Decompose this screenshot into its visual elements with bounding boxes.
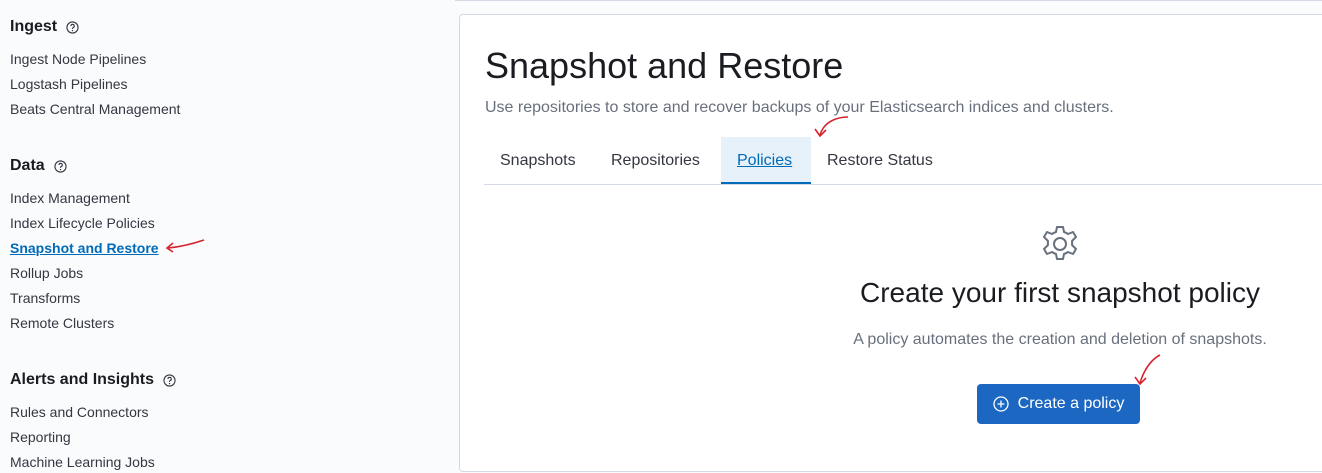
sidebar-item-ingest-node-pipelines[interactable]: Ingest Node Pipelines — [10, 51, 146, 67]
empty-state-title: Create your first snapshot policy — [860, 277, 1260, 308]
page-description: Use repositories to store and recover ba… — [485, 99, 1114, 116]
section-title-label: Ingest — [10, 18, 58, 35]
sidebar-item-rollup-jobs[interactable]: Rollup Jobs — [10, 265, 83, 281]
section-title-alerts-and-insights: Alerts and Insights — [10, 371, 176, 389]
tab-restore-status[interactable]: Restore Status — [811, 137, 949, 184]
create-policy-button[interactable]: Create a policy — [977, 384, 1140, 424]
section-title-label: Data — [10, 157, 45, 174]
sidebar-item-logstash-pipelines[interactable]: Logstash Pipelines — [10, 76, 128, 92]
section-title-data: Data — [10, 157, 67, 175]
gear-icon — [1043, 226, 1077, 260]
sidebar-item-beats-central-management[interactable]: Beats Central Management — [10, 101, 180, 117]
page-title: Snapshot and Restore — [485, 45, 844, 86]
sidebar-item-snapshot-and-restore[interactable]: Snapshot and Restore — [10, 240, 159, 256]
sidebar-item-index-lifecycle-policies[interactable]: Index Lifecycle Policies — [10, 215, 155, 231]
plus-circle-icon — [992, 396, 1009, 412]
help-icon[interactable] — [163, 373, 176, 387]
help-icon[interactable] — [66, 20, 79, 34]
section-title-label: Alerts and Insights — [10, 371, 155, 388]
tab-snapshots[interactable]: Snapshots — [484, 137, 592, 184]
main-panel: Snapshot and Restore Use repositories to… — [459, 14, 1322, 472]
sidebar-item-rules-and-connectors[interactable]: Rules and Connectors — [10, 404, 149, 420]
sidebar-item-transforms[interactable]: Transforms — [10, 290, 80, 306]
empty-state-body: A policy automates the creation and dele… — [853, 331, 1267, 348]
create-policy-button-label: Create a policy — [1017, 395, 1125, 412]
tab-bar: Snapshots Repositories Policies Restore … — [484, 137, 1322, 185]
section-title-ingest: Ingest — [10, 18, 79, 36]
sidebar-item-index-management[interactable]: Index Management — [10, 190, 130, 206]
sidebar: Ingest Ingest Node Pipelines Logstash Pi… — [0, 0, 455, 473]
help-icon[interactable] — [54, 159, 67, 173]
annotation-arrow-icon — [165, 239, 205, 253]
sidebar-item-machine-learning-jobs[interactable]: Machine Learning Jobs — [10, 454, 155, 470]
sidebar-item-remote-clusters[interactable]: Remote Clusters — [10, 315, 114, 331]
tab-policies[interactable]: Policies — [721, 137, 811, 184]
tab-repositories[interactable]: Repositories — [595, 137, 716, 184]
sidebar-item-reporting[interactable]: Reporting — [10, 429, 71, 445]
